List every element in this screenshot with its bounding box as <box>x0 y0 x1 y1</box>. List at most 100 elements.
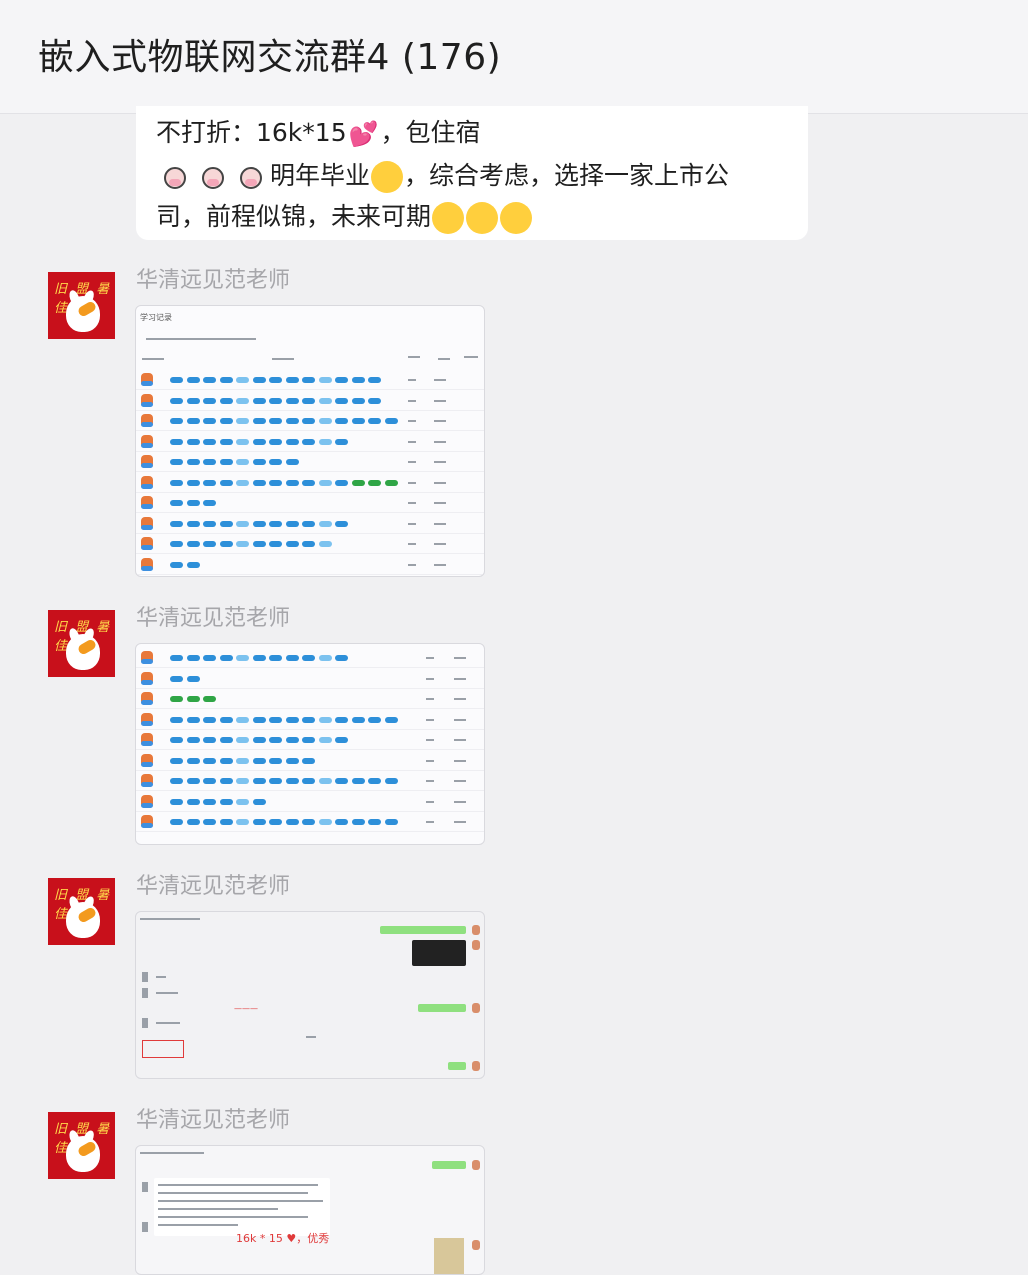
image-subtitle-line <box>146 338 256 340</box>
image-skill-tag <box>252 397 266 404</box>
message-text: ，综合考虑，选择一家上市公 <box>404 160 730 190</box>
image-message[interactable]: ——— <box>135 911 485 1079</box>
image-chat-picture <box>434 1238 464 1274</box>
image-skill-tag <box>252 737 266 743</box>
image-skill-tag <box>302 716 315 723</box>
message-line-1: 不打折：16k*15💕，包住宿 <box>156 112 788 155</box>
image-skill-tag <box>335 819 348 825</box>
image-row-avatar <box>141 496 153 509</box>
image-table-row <box>136 534 484 554</box>
image-skill-tag <box>186 798 200 805</box>
image-message[interactable]: 16k * 15 ♥，优秀 <box>135 1145 485 1275</box>
image-col-header <box>408 356 420 358</box>
image-skill-tag <box>318 541 332 547</box>
image-table-cell <box>408 461 416 463</box>
image-table-cell <box>434 440 446 443</box>
image-table-row <box>136 514 484 534</box>
image-skill-tag <box>186 737 200 743</box>
image-table-row <box>136 689 484 709</box>
image-chat-bubble <box>432 1161 466 1169</box>
image-skill-tag <box>170 675 183 682</box>
cow-face-icon <box>160 163 190 191</box>
image-table-row <box>136 669 484 689</box>
image-table-row <box>136 812 484 832</box>
text-message-bubble[interactable]: 不打折：16k*15💕，包住宿 明年毕业 ，综合考虑，选择一家上市公 司，前程似锦… <box>136 106 808 240</box>
thinking-face-icon <box>371 160 404 193</box>
image-skill-tag <box>302 397 315 404</box>
image-skill-tag <box>170 500 183 506</box>
image-skill-tag <box>335 377 348 383</box>
image-table-cell <box>434 420 446 422</box>
image-chat-text <box>306 1036 316 1038</box>
image-table-cell <box>454 677 466 680</box>
image-skill-tag <box>351 716 365 723</box>
image-skill-tag <box>219 397 233 404</box>
image-table-cell <box>426 698 434 700</box>
image-table-cell <box>434 502 446 504</box>
image-skill-tag <box>285 819 299 825</box>
image-skill-tag <box>186 377 200 383</box>
image-message[interactable] <box>135 643 485 845</box>
image-skill-tag <box>203 696 216 702</box>
image-table-cell <box>426 739 434 741</box>
image-skill-tag <box>318 418 332 424</box>
image-skill-tag <box>203 655 216 661</box>
image-skill-tag <box>203 438 216 445</box>
image-skill-tag <box>170 778 183 784</box>
image-skill-tag <box>318 397 332 404</box>
image-skill-tag <box>285 655 299 661</box>
image-skill-tag <box>335 655 348 661</box>
image-header-line <box>140 1152 204 1154</box>
image-skill-tag <box>318 377 332 383</box>
image-skill-tag <box>318 716 332 723</box>
image-table-cell <box>426 800 434 803</box>
image-skill-tag <box>170 819 183 825</box>
image-skill-tag <box>170 757 183 764</box>
avatar[interactable]: 旧 盟 暑 佳 <box>48 1112 115 1179</box>
image-table-cell <box>426 657 434 659</box>
image-skill-tag <box>384 819 398 825</box>
image-skill-tag <box>335 479 348 486</box>
sender-name: 华清远见范老师 <box>136 1108 291 1133</box>
image-skill-tag <box>269 757 282 764</box>
image-col-header <box>272 358 294 360</box>
image-skill-tag <box>170 655 183 661</box>
image-skill-tag <box>236 520 249 527</box>
image-skill-tag <box>269 377 282 383</box>
image-skill-tag <box>318 520 332 527</box>
image-skill-tag <box>252 459 266 465</box>
image-skill-tag <box>285 397 299 404</box>
image-skill-tag <box>302 377 315 383</box>
image-skill-tag <box>335 737 348 743</box>
image-skill-tag <box>170 459 183 465</box>
image-skill-tag <box>186 479 200 486</box>
avatar[interactable]: 旧 盟 暑 佳 <box>48 878 115 945</box>
image-skill-tag <box>170 377 183 383</box>
avatar[interactable]: 旧 盟 暑 佳 <box>48 610 115 677</box>
image-skill-tag <box>236 459 249 465</box>
image-skill-tag <box>269 778 282 784</box>
sender-name: 华清远见范老师 <box>136 874 291 899</box>
image-skill-tag <box>203 520 216 527</box>
image-skill-tag <box>170 479 183 486</box>
image-col-header <box>464 356 478 358</box>
cow-face-icon <box>198 163 228 191</box>
sender-name: 华清远见范老师 <box>136 268 291 293</box>
image-skill-tag <box>269 520 282 527</box>
avatar[interactable]: 旧 盟 暑 佳 <box>48 272 115 339</box>
image-chat-avatar <box>472 925 480 935</box>
image-chat-text <box>156 976 166 978</box>
image-skill-tag <box>203 778 216 784</box>
image-skill-tag <box>219 438 233 445</box>
image-skill-tag <box>252 819 266 825</box>
image-skill-tag <box>269 418 282 424</box>
message-text: 不打折：16k*15 <box>156 118 347 147</box>
image-message[interactable]: 学习记录 <box>135 305 485 577</box>
image-skill-tag <box>170 520 183 527</box>
cow-face-icon <box>236 163 266 191</box>
image-table-row <box>136 452 484 472</box>
image-skill-tag <box>203 541 216 547</box>
image-chat-bubble <box>418 1004 466 1012</box>
image-skill-tag <box>269 459 282 465</box>
image-skill-tag <box>170 737 183 743</box>
